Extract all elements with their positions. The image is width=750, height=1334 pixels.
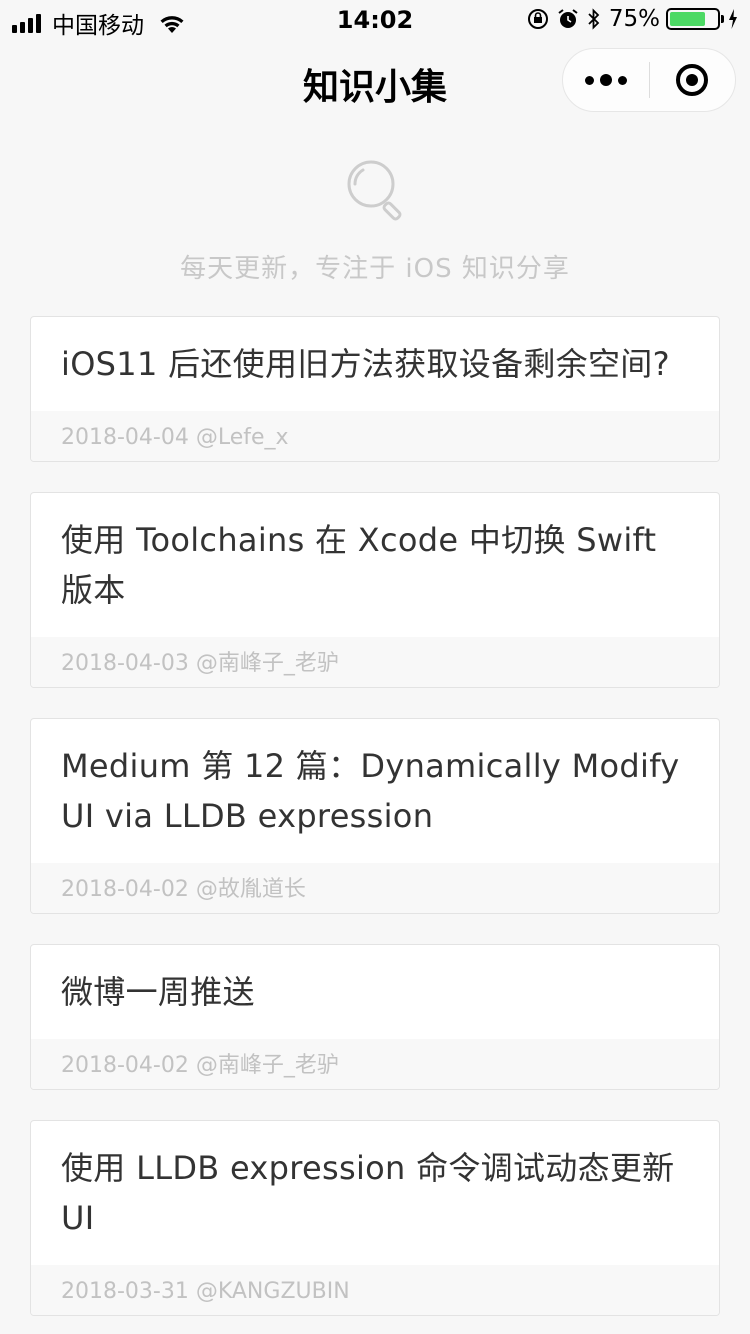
article-card[interactable]: iOS11 后还使用旧方法获取设备剩余空间? 2018-04-04 @Lefe_…	[30, 316, 720, 462]
article-meta: 2018-04-02 @南峰子_老驴	[31, 1039, 719, 1089]
status-right: 75%	[519, 6, 738, 32]
battery-percent: 75%	[608, 6, 660, 32]
tagline: 每天更新，专注于 iOS 知识分享	[180, 254, 570, 284]
article-title: 使用 Toolchains 在 Xcode 中切换 Swift 版本	[61, 521, 657, 609]
article-card[interactable]: Medium 第 12 篇：Dynamically Modify UI via …	[30, 718, 720, 914]
article-meta: 2018-04-03 @南峰子_老驴	[31, 637, 719, 687]
battery-icon	[666, 8, 724, 30]
miniprogram-capsule	[562, 48, 736, 112]
battery-level-fill	[670, 12, 705, 26]
article-card[interactable]: 使用 LLDB expression 命令调试动态更新 UI 2018-03-3…	[30, 1120, 720, 1316]
orientation-lock-icon	[527, 9, 548, 29]
article-card[interactable]: 使用 Toolchains 在 Xcode 中切换 Swift 版本 2018-…	[30, 492, 720, 688]
article-title: 微博一周推送	[61, 973, 255, 1011]
navigation-bar: 知识小集	[0, 40, 750, 128]
bluetooth-icon	[588, 8, 600, 30]
battery-tip	[721, 15, 724, 23]
status-bar: 中国移动 14:02 75%	[0, 0, 750, 40]
article-title: 使用 LLDB expression 命令调试动态更新 UI	[61, 1149, 675, 1237]
charging-bolt-icon	[729, 9, 737, 29]
search-icon	[347, 160, 402, 221]
more-dots-icon[interactable]	[563, 48, 649, 112]
article-title: Medium 第 12 篇：Dynamically Modify UI via …	[61, 747, 680, 835]
article-meta: 2018-04-04 @Lefe_x	[31, 411, 719, 461]
close-miniprogram-icon[interactable]	[650, 48, 736, 112]
article-title: iOS11 后还使用旧方法获取设备剩余空间?	[61, 345, 670, 383]
article-meta: 2018-04-02 @故胤道长	[31, 863, 719, 913]
article-meta: 2018-03-31 @KANGZUBIN	[31, 1265, 719, 1315]
article-card[interactable]: 微博一周推送 2018-04-02 @南峰子_老驴	[30, 944, 720, 1090]
alarm-icon	[558, 9, 578, 28]
